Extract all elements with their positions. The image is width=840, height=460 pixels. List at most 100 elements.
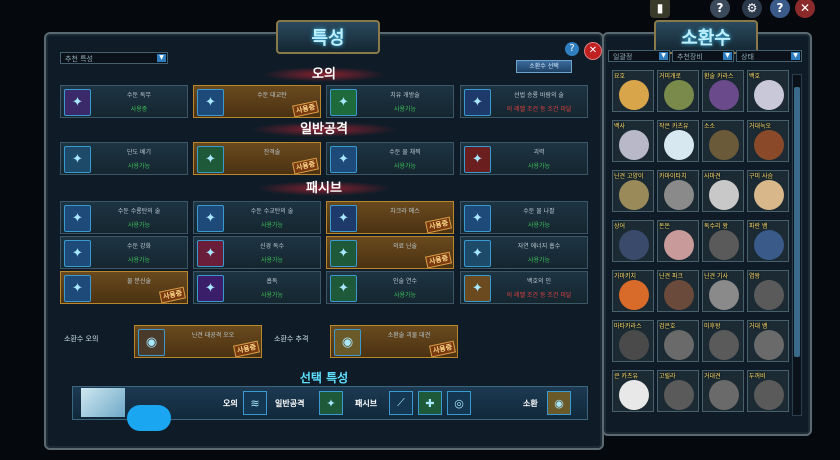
summon-filter-2[interactable]: 추천장비 ▼ [672,50,734,62]
summon-card[interactable]: 거대늑오 [747,120,789,162]
trait-state: 사용가능 [393,163,417,170]
trait-name: 단도 베기 [127,149,151,156]
trait-state: 의 레벨 조건 등 조건 미달 [506,106,572,113]
summon-name: 마타카라스 [614,323,642,330]
summon-card[interactable]: 상어 [612,220,654,262]
summon-card[interactable]: 염왕 [747,270,789,312]
trait-card[interactable]: ✦ 잔격술 사용중 [193,142,321,175]
summon-portrait [754,380,784,410]
summon-name: 돈돈 [659,223,671,230]
water-spout-icon: ✦ [464,205,491,232]
summon-card[interactable]: 파란 뱀 [747,220,789,262]
summon-chase-label: 소환수 추격 [274,335,309,343]
question-icon[interactable]: ? [770,0,790,18]
settings-icon[interactable]: ⚙ [742,0,762,18]
summon-card[interactable]: 돈돈 [657,220,699,262]
trait-card[interactable]: ✦ 신경 독수 사용가능 [193,236,321,269]
summon-card[interactable]: 거미개로 [657,70,699,112]
trait-card[interactable]: ✦ 의료 닌술 사용중 [326,236,454,269]
trait-card[interactable]: ✦ 수둔 독무 사용중 [60,85,188,118]
summon-portrait [754,230,784,260]
in-use-badge: 사용중 [424,251,452,269]
summon-portrait [709,80,739,110]
trait-card[interactable]: ✦ 자연 에너지 흡수 사용가능 [460,236,588,269]
trait-card[interactable]: ✦ 수둔 대교탄 사용중 [193,85,321,118]
summon-card[interactable]: 미후왕 [702,320,744,362]
trait-name: 흡독 [266,278,278,285]
trait-card[interactable]: ✦ 선법 승룡 바람의 술의 레벨 조건 등 조건 미달 [460,85,588,118]
water-shark-icon[interactable]: ≋ [243,391,267,415]
trait-card[interactable]: ✦ 흡독 사용가능 [193,271,321,304]
section-title-passive: 패시브 [46,181,602,197]
trait-name: 신경 독수 [260,243,284,250]
summon-name: 독수리 왕 [704,223,728,230]
trait-card[interactable]: ✦ 수둔 물 나팔 사용가능 [460,201,588,234]
help-icon[interactable]: ? [565,42,579,56]
trait-card[interactable]: ✦ 치유 개방술 사용가능 [326,85,454,118]
summon-card[interactable]: 닌견 기사 [702,270,744,312]
summon-card[interactable]: 백사 [612,120,654,162]
trait-name: 의료 닌술 [393,243,417,250]
summon-card[interactable]: 검은호 [657,320,699,362]
summon-card[interactable]: 닌견 고양이 [612,170,654,212]
fox-summon-icon[interactable]: ◉ [547,391,571,415]
trait-card[interactable]: ✦ 수둔 물 채찍 사용가능 [326,142,454,175]
help-icon[interactable]: ? [710,0,730,18]
in-use-badge: 사용중 [291,157,319,175]
trait-card[interactable]: ✦ 수둔 수교탄의 술 사용가능 [193,201,321,234]
summon-portrait [754,130,784,160]
summon-card[interactable]: 요호 [612,70,654,112]
trait-card[interactable]: ✦ 차크라 메스 사용중 [326,201,454,234]
summon-portrait [619,80,649,110]
summon-card[interactable]: 거대견 [702,370,744,412]
summon-card[interactable]: 소소 [702,120,744,162]
summon-card[interactable]: 백호 [747,70,789,112]
summon-card[interactable]: 작은 카츠유 [657,120,699,162]
seal-icon: ✦ [464,275,491,302]
summon-portrait [664,80,694,110]
trait-card[interactable]: ✦ 인술 연수 사용가능 [326,271,454,304]
summon-portrait [709,330,739,360]
trait-card[interactable]: ✦ 괴력 사용가능 [460,142,588,175]
summon-filter-3[interactable]: 상태 ▼ [736,50,802,62]
summon-card[interactable]: 큰 카츠유 [612,370,654,412]
scroll-thumb[interactable] [794,87,800,357]
slash-icon: ✦ [197,146,224,173]
summon-card[interactable]: 닌견 파크 [657,270,699,312]
summon-name: 염왕 [749,273,761,280]
summon-name: 큰 카츠유 [614,373,638,380]
summon-chase-trait[interactable]: ◉ 소환술 괴물 대견 사용중 [330,325,458,358]
summon-card[interactable]: 마타카라스 [612,320,654,362]
summon-attack-trait[interactable]: ◉ 닌견 대공격 오오 사용중 [134,325,262,358]
slash-icon[interactable]: ✦ [319,391,343,415]
trait-name: 인술 연수 [393,278,417,285]
summon-card[interactable]: 카마이타치 [657,170,699,212]
trait-name: 수둔 물 채찍 [389,149,421,156]
fox-summon-icon: ◉ [334,329,361,356]
bag-icon[interactable]: ▮ [650,0,670,18]
summon-filter-1[interactable]: 일괄정 ▼ [608,50,670,62]
clone-icon[interactable]: ◎ [447,391,471,415]
close-icon[interactable]: ✕ [584,42,602,60]
summon-card[interactable]: 고릴라 [657,370,699,412]
trait-card[interactable]: ✦ 물 분신술 사용중 [60,271,188,304]
summon-card[interactable]: 독수리 왕 [702,220,744,262]
trait-state: 사용가능 [393,106,417,113]
summon-card[interactable]: 거대 뱀 [747,320,789,362]
trait-filter-select[interactable]: 추천 특성 ▼ [60,52,168,64]
summon-card[interactable]: 구미 사슴 [747,170,789,212]
summon-card[interactable]: 사마견 [702,170,744,212]
trait-card[interactable]: ✦ 수둔 강화 사용가능 [60,236,188,269]
summon-card[interactable]: 두꺼비 [747,370,789,412]
selected-passive-label: 패시브 [355,399,378,408]
trait-card[interactable]: ✦ 백호의 인의 레벨 조건 등 조건 미달 [460,271,588,304]
summon-card[interactable]: 가마키치 [612,270,654,312]
trait-card[interactable]: ✦ 수둔 수룡탄의 술 사용가능 [60,201,188,234]
trait-card[interactable]: ✦ 단도 베기 사용가능 [60,142,188,175]
close-icon[interactable]: ✕ [795,0,815,18]
chakra-blade-icon[interactable]: ⟋ [389,391,413,415]
summon-portrait [664,380,694,410]
medical-icon[interactable]: ✚ [418,391,442,415]
scrollbar[interactable] [792,74,802,416]
summon-card[interactable]: 환술 카라스 [702,70,744,112]
